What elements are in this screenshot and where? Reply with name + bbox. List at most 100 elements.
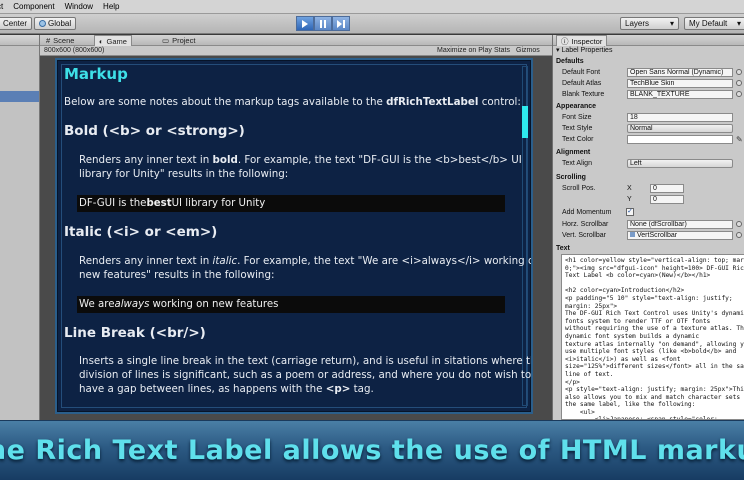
eyedropper-icon[interactable]: ✎ (736, 135, 743, 144)
object-picker-icon[interactable] (736, 221, 742, 227)
bold-desc-emph: bold (212, 154, 238, 166)
blank-texture-field[interactable]: BLANK_TEXTURE (627, 90, 733, 99)
menu-edit-partial[interactable]: ct (0, 2, 8, 11)
chevron-down-icon: ▾ (736, 19, 741, 28)
blank-texture-label: Blank Texture (562, 91, 605, 98)
project-icon: ▭ (162, 36, 170, 45)
caption-banner: The Rich Text Label allows the use of HT… (0, 420, 744, 480)
linebreak-p-tag: <p> (325, 383, 351, 395)
pause-icon (320, 19, 326, 28)
text-style-dropdown[interactable]: Normal (627, 124, 733, 133)
global-space-label: Global (48, 19, 72, 28)
tab-inspector-label: Inspector (571, 36, 603, 46)
scene-icon: # (46, 36, 51, 45)
add-momentum-checkbox[interactable]: ✓ (626, 208, 634, 216)
default-atlas-label: Default Atlas (562, 80, 602, 87)
play-icon (302, 19, 308, 28)
tab-game-label: Game (106, 36, 127, 46)
layers-dropdown[interactable]: Layers ▾ (620, 17, 679, 30)
vert-scrollbar-label: Vert. Scrollbar (562, 232, 606, 239)
tab-scene[interactable]: # Scene (42, 35, 78, 46)
pivot-center-label: Center (3, 19, 28, 28)
global-space-button[interactable]: Global (34, 17, 77, 30)
step-button[interactable] (332, 16, 350, 31)
linebreak-line1: Inserts a single line break in the text … (79, 355, 533, 367)
hierarchy-selected-item[interactable] (0, 91, 39, 102)
component-name: Label Properties (561, 47, 613, 54)
component-header[interactable]: ▾ Label Properties (556, 46, 612, 54)
step-icon (336, 19, 345, 28)
default-font-label: Default Font (562, 69, 601, 76)
game-icon: ◐ (99, 36, 104, 46)
tab-inspector[interactable]: ⓘ Inspector (556, 35, 608, 46)
bold-example-emph: best (146, 198, 172, 209)
pause-button[interactable] (314, 16, 332, 31)
bold-desc-suffix: . For example, the text "DF-GUI is the <… (237, 154, 522, 166)
text-align-label: Text Align (562, 160, 592, 167)
rich-text-panel: Markup Below are some notes about the ma… (55, 58, 533, 414)
gizmos-toggle[interactable]: Gizmos (516, 47, 540, 54)
linebreak-last-suffix: tag. (350, 383, 374, 395)
default-atlas-field[interactable]: TechBlue Skin (627, 79, 733, 88)
text-color-label: Text Color (562, 136, 594, 143)
view-tab-bar: # Scene ◐ Game ▭ Project (40, 35, 552, 46)
text-section-title: Text (556, 245, 570, 252)
italic-desc-line2: new features" results in the following: (79, 269, 275, 281)
menu-help[interactable]: Help (98, 2, 124, 11)
maximize-on-play-toggle[interactable]: Maximize on Play (437, 47, 492, 54)
object-picker-icon[interactable] (736, 80, 742, 86)
italic-desc-emph: italic (212, 255, 238, 267)
text-style-label: Text Style (562, 125, 593, 132)
scrolling-section-title: Scrolling (556, 174, 586, 181)
text-color-swatch[interactable] (627, 135, 733, 144)
defaults-section-title: Defaults (556, 58, 584, 65)
text-source-textarea[interactable]: <h1 color=yellow style="vertical-align: … (561, 254, 744, 420)
resolution-dropdown[interactable]: 800x600 (800x600) (44, 47, 104, 54)
stats-toggle[interactable]: Stats (494, 47, 510, 54)
italic-example-prefix: We are (79, 299, 115, 310)
vert-scrollbar-value: VertScrollbar (637, 232, 678, 239)
italic-desc-line1: Renders any inner text in italic. For ex… (79, 255, 531, 267)
add-momentum-label: Add Momentum (562, 209, 612, 216)
bold-example-prefix: DF-GUI is the (79, 198, 147, 209)
intro-suffix: control: (478, 96, 521, 108)
object-picker-icon[interactable] (736, 91, 742, 97)
hierarchy-panel (0, 35, 40, 420)
layout-dropdown[interactable]: My Default ▾ (684, 17, 744, 30)
vert-scrollbar-field[interactable]: VertScrollbar (627, 231, 733, 240)
play-button[interactable] (296, 16, 314, 31)
bold-desc-line2: library for Unity" results in the follow… (79, 168, 289, 180)
linebreak-line2: division of lines is significant, such a… (79, 369, 532, 381)
pivot-center-button[interactable]: Center (0, 17, 33, 30)
tab-project[interactable]: ▭ Project (158, 35, 199, 46)
tab-scene-label: Scene (53, 36, 75, 45)
italic-heading: Italic (<i> or <em>) (64, 224, 218, 240)
scroll-x-field[interactable]: 0 (650, 184, 684, 193)
bold-example-suffix: UI library for Unity (171, 198, 266, 209)
intro-prefix: Below are some notes about the markup ta… (64, 96, 387, 108)
scroll-y-label: Y (627, 196, 632, 203)
horz-scrollbar-field[interactable]: None (dfScrollbar) (627, 220, 733, 229)
object-picker-icon[interactable] (736, 232, 742, 238)
chevron-down-icon: ▾ (669, 19, 674, 28)
menu-window[interactable]: Window (60, 2, 98, 11)
text-align-dropdown[interactable]: Left (627, 159, 733, 168)
default-font-field[interactable]: Open Sans Normal (Dynamic) (627, 68, 733, 77)
layers-label: Layers (625, 19, 650, 28)
bold-example-box: DF-GUI is the best UI library for Unity (77, 195, 505, 212)
object-picker-icon[interactable] (736, 69, 742, 75)
italic-example-suffix: working on new features (152, 299, 279, 310)
info-icon: ⓘ (561, 36, 569, 46)
linebreak-heading: Line Break (<br/>) (64, 325, 206, 341)
tab-game[interactable]: ◐ Game (94, 35, 132, 46)
scroll-pos-label: Scroll Pos. (562, 185, 596, 192)
checkmark-icon: ✓ (627, 208, 633, 215)
scroll-y-field[interactable]: 0 (650, 195, 684, 204)
vertical-scrollbar-thumb[interactable] (522, 106, 528, 138)
hierarchy-header (0, 35, 39, 46)
horz-scrollbar-label: Horz. Scrollbar (562, 221, 609, 228)
menu-component[interactable]: Component (8, 2, 59, 11)
font-size-field[interactable]: 18 (627, 113, 733, 122)
caption-text: The Rich Text Label allows the use of HT… (0, 435, 744, 466)
game-view-toolbar: 800x600 (800x600) Maximize on Play Stats… (40, 46, 552, 56)
